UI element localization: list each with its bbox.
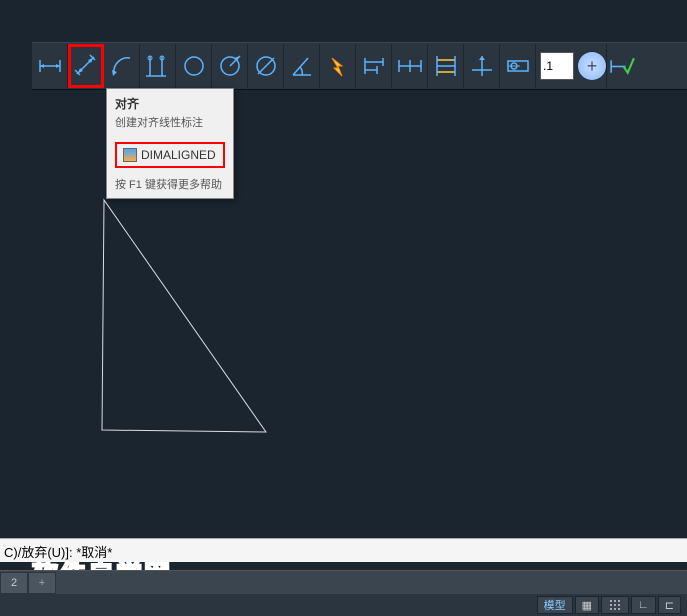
- grid-toggle[interactable]: ▦: [575, 596, 599, 614]
- dim-ordinate-button[interactable]: [140, 44, 176, 88]
- dim-radius-button[interactable]: [176, 44, 212, 88]
- command-line-text: C)/放弃(U)]: *取消*: [4, 545, 112, 560]
- drawing-canvas[interactable]: [0, 90, 687, 530]
- dim-linear-button[interactable]: [32, 44, 68, 88]
- quick-dim-button[interactable]: [320, 44, 356, 88]
- dimension-toolbar: .1 +: [32, 42, 687, 90]
- dim-continue-button[interactable]: [392, 44, 428, 88]
- model-space-button[interactable]: 模型: [537, 596, 573, 614]
- dim-check-button[interactable]: [606, 44, 636, 88]
- grid-dots-toggle[interactable]: [601, 596, 629, 614]
- dim-angular-button[interactable]: [284, 44, 320, 88]
- add-layout-tab[interactable]: +: [28, 572, 56, 594]
- ortho-toggle[interactable]: ∟: [631, 596, 656, 614]
- add-button[interactable]: +: [578, 52, 606, 80]
- status-bar: 模型 ▦ ∟ ⊏: [0, 594, 687, 616]
- dim-scale-value: .1: [543, 59, 553, 73]
- dim-space-button[interactable]: [428, 44, 464, 88]
- layout-tab[interactable]: 2: [0, 572, 28, 594]
- tolerance-button[interactable]: [500, 44, 536, 88]
- dim-aligned-button[interactable]: [68, 44, 104, 88]
- polar-icon: ⊏: [665, 599, 674, 612]
- dim-diameter-button[interactable]: [248, 44, 284, 88]
- dim-jogged-button[interactable]: [212, 44, 248, 88]
- polar-toggle[interactable]: ⊏: [658, 596, 681, 614]
- command-line[interactable]: C)/放弃(U)]: *取消*: [0, 538, 687, 562]
- dim-arc-button[interactable]: [104, 44, 140, 88]
- layout-tabs: 2 +: [0, 570, 687, 594]
- dim-baseline-button[interactable]: [356, 44, 392, 88]
- grid-icon: ▦: [582, 599, 592, 612]
- dots-icon: [608, 598, 622, 612]
- ortho-icon: ∟: [638, 599, 649, 611]
- dim-break-button[interactable]: [464, 44, 500, 88]
- dim-scale-input[interactable]: .1: [540, 52, 574, 80]
